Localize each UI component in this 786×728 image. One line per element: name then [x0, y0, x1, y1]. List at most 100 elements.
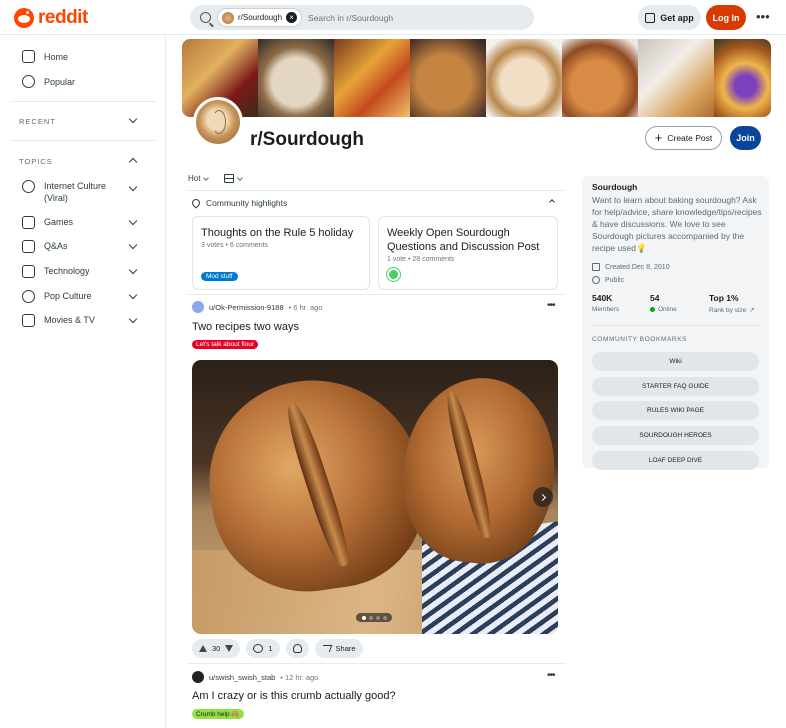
topic-movies-tv[interactable]: Movies & TV: [22, 314, 95, 327]
chevron-down-icon: [237, 174, 243, 181]
plus-icon: +: [654, 130, 663, 145]
post-author-row[interactable]: u/swish_swish_stab • 12 hr. ago: [192, 671, 318, 683]
view-dropdown[interactable]: [224, 174, 243, 183]
community-about-panel: Sourdough Want to learn about baking sou…: [582, 176, 769, 470]
recent-chevron-icon[interactable]: [128, 114, 138, 124]
rank-stat[interactable]: Top 1% Rank by size ↗: [709, 293, 755, 314]
topic-pop-culture[interactable]: Pop Culture: [22, 290, 92, 303]
search-bar[interactable]: r/Sourdough × Search in r/Sourdough: [190, 5, 534, 30]
highlight-meta: 1 vote • 28 comments: [387, 256, 455, 263]
comments-button[interactable]: 1: [246, 639, 280, 658]
banner-image: [486, 39, 562, 117]
sidebar-item-label: Popular: [44, 76, 76, 87]
topic-label: Internet Culture (Viral): [44, 181, 107, 203]
get-app-button[interactable]: Get app: [638, 5, 701, 30]
post-author[interactable]: u/swish_swish_stab: [209, 673, 275, 682]
members-stat: 540K Members: [592, 293, 619, 313]
topics-section-label: TOPICS: [19, 157, 53, 166]
reddit-logo[interactable]: reddit: [14, 7, 88, 29]
award-button[interactable]: [285, 639, 309, 658]
post-author-row[interactable]: u/Ok-Permission-9188 • 6 hr. ago: [192, 301, 323, 313]
next-image-button[interactable]: [533, 487, 553, 507]
about-description: Want to learn about baking sourdough? As…: [592, 195, 762, 253]
community-title: r/Sourdough: [250, 129, 364, 150]
sidebar-item-home[interactable]: Home: [22, 50, 68, 63]
share-button[interactable]: Share: [314, 639, 363, 658]
bookmark-loaf-deep-dive[interactable]: LOAF DEEP DIVE: [592, 451, 759, 470]
chevron-down-icon[interactable]: [128, 290, 138, 300]
post-image[interactable]: [192, 360, 558, 634]
topic-games[interactable]: Games: [22, 216, 73, 229]
bookmark-wiki[interactable]: Wiki: [592, 352, 759, 371]
downvote-icon[interactable]: [225, 645, 234, 652]
highlight-card[interactable]: Thoughts on the Rule 5 holiday 3 votes •…: [192, 216, 370, 290]
globe-icon: [592, 276, 600, 284]
post-title[interactable]: Am I crazy or is this crumb actually goo…: [192, 690, 396, 702]
post-title[interactable]: Two recipes two ways: [192, 321, 299, 333]
highlight-card[interactable]: Weekly Open Sourdough Questions and Disc…: [378, 216, 558, 290]
more-options-icon[interactable]: •••: [756, 9, 770, 24]
divider: [10, 101, 156, 102]
bookmark-rules-wiki[interactable]: RULES WIKI PAGE: [592, 401, 759, 420]
sidebar-item-popular[interactable]: Popular: [22, 75, 75, 88]
banner-image: [638, 39, 714, 117]
divider: [188, 190, 566, 191]
divider: [592, 325, 759, 326]
bookmarks-label: COMMUNITY BOOKMARKS: [592, 336, 688, 343]
post-actions: 30 1 Share: [192, 639, 363, 658]
community-avatar-icon: [222, 11, 234, 24]
topics-chevron-icon[interactable]: [128, 157, 138, 167]
home-icon: [22, 50, 35, 63]
search-input[interactable]: Search in r/Sourdough: [308, 13, 393, 23]
bookmark-starter-faq[interactable]: STARTER FAQ GUIDE: [592, 377, 759, 396]
vote-control: 30: [192, 639, 241, 658]
topic-qas[interactable]: Q&As: [22, 240, 68, 253]
qr-code-icon: [645, 12, 656, 23]
left-sidebar: Home Popular RECENT TOPICS Internet Cult…: [0, 36, 166, 728]
topic-label: Movies & TV: [44, 315, 95, 325]
chevron-down-icon[interactable]: [128, 240, 138, 250]
chevron-down-icon[interactable]: [128, 265, 138, 275]
sidebar-item-label: Home: [44, 51, 69, 62]
community-banner: [182, 39, 771, 117]
post-more-icon[interactable]: •••: [547, 300, 555, 311]
upvote-icon[interactable]: [199, 645, 207, 652]
banner-image: [334, 39, 410, 117]
external-link-icon: ↗: [749, 307, 755, 314]
stat-label: Online: [658, 306, 677, 313]
stat-value: Top 1%: [709, 293, 739, 303]
pager-dot: [361, 615, 366, 620]
clear-chip-icon[interactable]: ×: [286, 12, 298, 23]
chevron-down-icon[interactable]: [128, 216, 138, 226]
banner-image: [410, 39, 486, 117]
pager-dot: [368, 615, 373, 620]
chevron-down-icon[interactable]: [128, 314, 138, 324]
search-chip-label: r/Sourdough: [238, 13, 283, 22]
created-date-row: Created Dec 8, 2010: [592, 263, 670, 271]
chevron-down-icon[interactable]: [128, 182, 138, 192]
login-button[interactable]: Log In: [706, 5, 746, 30]
join-button[interactable]: Join: [730, 126, 761, 150]
online-stat: 54 Online: [650, 293, 677, 313]
post-more-icon[interactable]: •••: [547, 670, 555, 681]
sort-dropdown[interactable]: Hot: [188, 174, 210, 183]
highlight-meta: 3 votes • 6 comments: [201, 242, 269, 249]
cake-icon: [592, 263, 600, 271]
chevron-down-icon: [203, 174, 210, 181]
chevron-up-icon[interactable]: [549, 199, 555, 205]
topic-internet-culture[interactable]: Internet Culture (Viral): [22, 180, 124, 204]
stat-value: 54: [650, 293, 660, 303]
topic-label: Q&As: [44, 241, 68, 251]
community-avatar: [193, 97, 243, 147]
user-avatar: [192, 301, 204, 313]
top-bar: reddit r/Sourdough × Search in r/Sourdou…: [0, 0, 786, 35]
post-author[interactable]: u/Ok-Permission-9188: [209, 303, 284, 312]
post-time: • 12 hr. ago: [280, 672, 319, 682]
post-flair[interactable]: Let's talk about flour: [192, 340, 258, 349]
create-post-button[interactable]: + Create Post: [645, 126, 722, 150]
bookmark-sourdough-heroes[interactable]: SOURDOUGH HEROES: [592, 426, 759, 445]
post-flair[interactable]: Crumb help 🙈: [192, 709, 244, 719]
topic-technology[interactable]: Technology: [22, 265, 90, 278]
community-highlights-header[interactable]: Community highlights: [190, 197, 558, 209]
search-community-chip[interactable]: r/Sourdough ×: [217, 8, 303, 27]
